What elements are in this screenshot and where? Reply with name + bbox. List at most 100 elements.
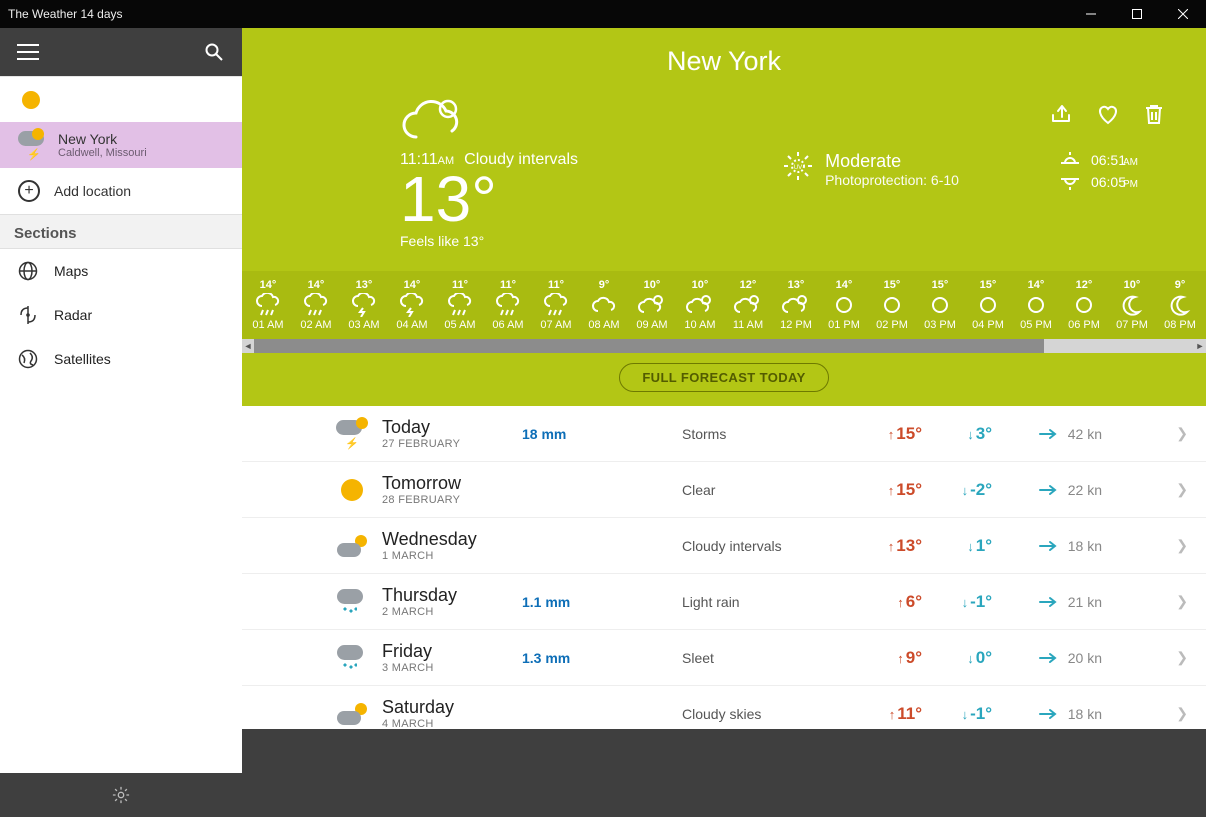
hourly-item[interactable]: 14° 04 AM [388, 275, 436, 335]
chevron-right-icon: ❯ [1176, 705, 1188, 722]
hourly-item[interactable]: 9° 08 PM [1156, 275, 1204, 335]
day-condition: Storms [682, 426, 852, 442]
hour-time: 01 PM [828, 319, 860, 331]
add-location-button[interactable]: + Add location [0, 168, 242, 214]
day-date: 27 FEBRUARY [382, 438, 522, 450]
location-sub: Caldwell, Missouri [58, 147, 147, 159]
hour-icon [734, 293, 762, 317]
day-icon [322, 535, 382, 557]
hour-time: 04 AM [396, 319, 427, 331]
sidebar-location-newyork[interactable]: New York Caldwell, Missouri [0, 122, 242, 168]
daily-row[interactable]: Wednesday 1 MARCH Cloudy intervals 13° 1… [242, 518, 1206, 574]
scroll-thumb[interactable] [254, 339, 1044, 353]
day-label: Thursday [382, 585, 522, 606]
sidebar-location-current[interactable] [0, 76, 242, 122]
full-forecast-button[interactable]: FULL FORECAST TODAY [619, 363, 828, 392]
window-minimize[interactable] [1068, 0, 1114, 28]
scroll-left[interactable]: ◄ [242, 339, 254, 353]
window-maximize[interactable] [1114, 0, 1160, 28]
hour-temp: 13° [356, 279, 373, 291]
city-title: New York [270, 46, 1178, 77]
hourly-forecast[interactable]: 14° 01 AM14° 02 AM13° 03 AM14° 04 AM11° … [242, 271, 1206, 339]
hourly-item[interactable]: 14° 05 PM [1012, 275, 1060, 335]
hour-temp: 10° [692, 279, 709, 291]
day-low: -1° [922, 592, 992, 612]
hourly-item[interactable]: 11° 07 AM [532, 275, 580, 335]
hourly-item[interactable]: 11° 05 AM [436, 275, 484, 335]
gear-icon [112, 786, 130, 804]
day-icon [322, 703, 382, 725]
hourly-item[interactable]: 11° 06 AM [484, 275, 532, 335]
globe-icon [18, 261, 38, 281]
section-satellites[interactable]: Satellites [0, 337, 242, 381]
day-icon [322, 589, 382, 615]
hour-time: 04 PM [972, 319, 1004, 331]
day-high: 15° [852, 424, 922, 444]
hourly-item[interactable]: 10° 07 PM [1108, 275, 1156, 335]
hourly-item[interactable]: 9° 08 AM [580, 275, 628, 335]
day-wind: 21 kn [992, 593, 1102, 611]
hour-time: 11 AM [733, 319, 763, 331]
chevron-right-icon: ❯ [1176, 425, 1188, 442]
hourly-item[interactable]: 12° 11 AM [724, 275, 772, 335]
sunrise-time: 06:51AM [1091, 152, 1138, 168]
section-maps[interactable]: Maps [0, 249, 242, 293]
hourly-item[interactable]: 10° 10 AM [676, 275, 724, 335]
daily-row[interactable]: Thursday 2 MARCH 1.1 mm Light rain 6° -1… [242, 574, 1206, 630]
daily-row[interactable]: Tomorrow 28 FEBRUARY Clear 15° -2° 22 kn… [242, 462, 1206, 518]
hourly-item[interactable]: 13° 03 AM [340, 275, 388, 335]
hour-temp: 9° [599, 279, 610, 291]
uv-level: Moderate [825, 151, 959, 172]
hourly-item[interactable]: 14° 02 AM [292, 275, 340, 335]
delete-button[interactable] [1142, 102, 1166, 126]
hourly-item[interactable]: 10° 09 AM [628, 275, 676, 335]
day-date: 3 MARCH [382, 662, 522, 674]
hourly-item[interactable]: 12° 06 PM [1060, 275, 1108, 335]
daily-row[interactable]: Today 27 FEBRUARY 18 mm Storms 15° 3° 42… [242, 406, 1206, 462]
favorite-button[interactable] [1096, 102, 1120, 126]
hour-time: 03 PM [924, 319, 956, 331]
hour-icon [494, 293, 522, 317]
hour-temp: 11° [500, 279, 516, 291]
hour-time: 07 AM [540, 319, 571, 331]
day-low: -1° [922, 704, 992, 724]
hourly-item[interactable]: 15° 03 PM [916, 275, 964, 335]
feels-like: Feels like 13° [400, 233, 578, 249]
hour-temp: 15° [884, 279, 901, 291]
share-button[interactable] [1050, 102, 1074, 126]
hour-time: 10 AM [684, 319, 715, 331]
hour-temp: 14° [260, 279, 277, 291]
settings-button[interactable] [0, 773, 242, 817]
current-weather-icon [400, 95, 578, 149]
hourly-item[interactable]: 13° 12 PM [772, 275, 820, 335]
bottom-bar [242, 729, 1206, 817]
hourly-item[interactable]: 14° 01 AM [244, 275, 292, 335]
daily-row[interactable]: Saturday 4 MARCH Cloudy skies 11° -1° 18… [242, 686, 1206, 729]
earth-icon [18, 349, 38, 369]
hour-temp: 15° [932, 279, 949, 291]
daily-row[interactable]: Friday 3 MARCH 1.3 mm Sleet 9° 0° 20 kn … [242, 630, 1206, 686]
hour-icon [638, 293, 666, 317]
hourly-item[interactable]: 14° 01 PM [820, 275, 868, 335]
day-label: Wednesday [382, 529, 522, 550]
hour-icon [782, 293, 810, 317]
hour-icon [830, 293, 858, 317]
main-panel: New York 11:11AM [242, 28, 1206, 817]
day-low: 3° [922, 424, 992, 444]
hamburger-menu[interactable] [8, 32, 48, 72]
day-wind: 20 kn [992, 649, 1102, 667]
current-temperature: 13° [400, 167, 578, 231]
day-date: 2 MARCH [382, 606, 522, 618]
search-button[interactable] [194, 32, 234, 72]
window-close[interactable] [1160, 0, 1206, 28]
hourly-item[interactable]: 15° 02 PM [868, 275, 916, 335]
radar-icon [18, 305, 38, 325]
day-low: -2° [922, 480, 992, 500]
section-radar[interactable]: Radar [0, 293, 242, 337]
hour-temp: 14° [308, 279, 325, 291]
hour-icon [398, 293, 426, 317]
hourly-scrollbar[interactable]: ◄ ► [242, 339, 1206, 353]
scroll-right[interactable]: ► [1194, 339, 1206, 353]
day-wind: 18 kn [992, 705, 1102, 723]
hourly-item[interactable]: 15° 04 PM [964, 275, 1012, 335]
